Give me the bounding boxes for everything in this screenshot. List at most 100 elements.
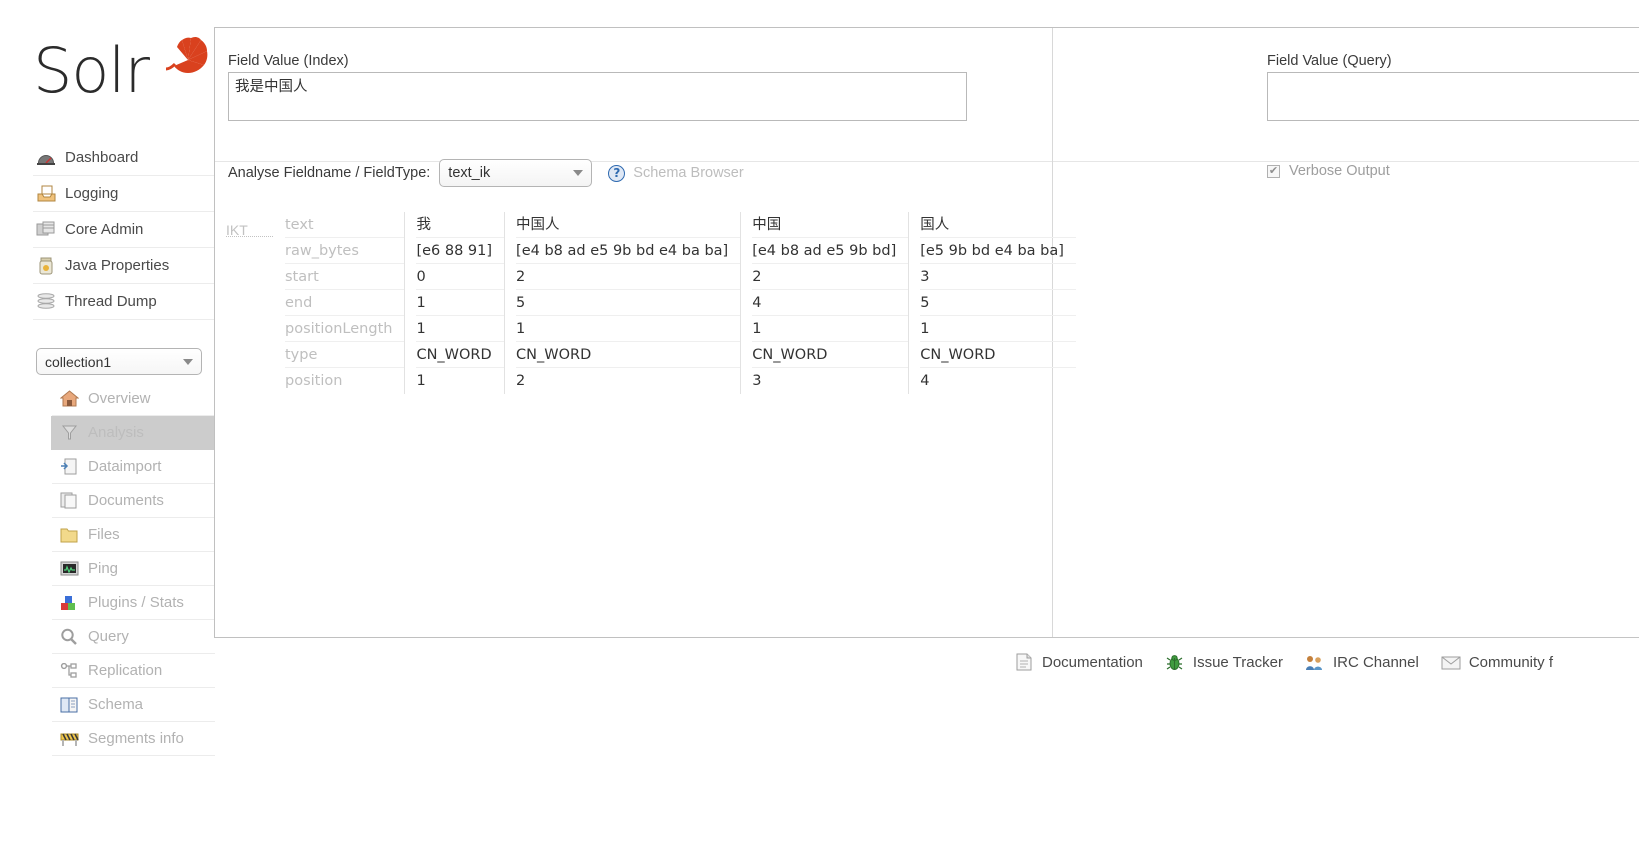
sidebar-item-files[interactable]: Files — [52, 518, 215, 552]
sidebar-item-label: Files — [88, 526, 120, 543]
sidebar-item-analysis[interactable]: Analysis — [51, 416, 214, 450]
token-start: 2 — [516, 264, 741, 290]
footer-link-issue-tracker[interactable]: Issue Tracker — [1165, 653, 1283, 671]
checkbox-checked-icon[interactable]: ✔ — [1267, 164, 1280, 178]
sidebar-item-logging[interactable]: Logging — [33, 176, 215, 212]
sidebar-item-documents[interactable]: Documents — [52, 484, 215, 518]
sidebar-item-segments-info[interactable]: Segments info — [52, 722, 215, 756]
sidebar-item-thread-dump[interactable]: Thread Dump — [33, 284, 215, 320]
chevron-down-icon — [573, 170, 584, 176]
index-panel: Field Value (Index) Analyse Fieldname / … — [215, 28, 1076, 637]
sidebar-item-overview[interactable]: Overview — [52, 382, 215, 416]
sidebar-item-query[interactable]: Query — [52, 620, 215, 654]
query-panel: Field Value (Query) ✔ Verbose Output — [1053, 28, 1639, 637]
sidebar-item-label: Java Properties — [65, 257, 170, 274]
sidebar-item-label: Schema — [88, 696, 144, 713]
token-position: 2 — [516, 373, 526, 389]
sidebar-top-nav: Dashboard Logging Core Admin Java Proper… — [33, 140, 215, 320]
sidebar-item-dashboard[interactable]: Dashboard — [33, 140, 215, 176]
footer-link-label: Issue Tracker — [1192, 653, 1283, 671]
footer: Documentation Issue Tracker IRC Channel … — [1000, 637, 1639, 687]
analyse-fieldtype-label: Analyse Fieldname / FieldType: — [228, 165, 431, 181]
field-value-index-label: Field Value (Index) — [228, 53, 349, 69]
sidebar-item-label: Dashboard — [65, 149, 139, 166]
sidebar-core-nav: Overview Analysis Dataimport Documents F… — [51, 382, 215, 756]
sidebar-item-java-properties[interactable]: Java Properties — [33, 248, 215, 284]
replication-nodes-icon — [56, 661, 82, 681]
sidebar-item-schema[interactable]: Schema — [52, 688, 215, 722]
sidebar-item-label: Documents — [88, 492, 164, 509]
field-value-index-input[interactable] — [228, 72, 967, 121]
token-position-length: 1 — [752, 316, 909, 342]
analysis-funnel-icon — [56, 423, 82, 443]
token-column: 国人 [e5 9b bd e4 ba ba] 3 5 1 CN_WORD 4 — [908, 212, 1076, 394]
sidebar-item-label: Overview — [88, 390, 151, 407]
sidebar-item-dataimport[interactable]: Dataimport — [52, 450, 215, 484]
token-position: 1 — [416, 373, 426, 389]
sidebar-item-label: Thread Dump — [65, 293, 157, 310]
row-label: end — [285, 290, 405, 316]
issue-tracker-bug-icon — [1165, 653, 1185, 671]
solr-logo[interactable]: Solr — [33, 36, 208, 111]
files-folder-icon — [56, 525, 82, 545]
sidebar-item-label: Replication — [88, 662, 163, 679]
sidebar-item-label: Core Admin — [65, 221, 144, 238]
token-text: 中国 — [752, 212, 909, 238]
token-start: 2 — [752, 264, 909, 290]
sidebar-item-label: Ping — [88, 560, 119, 577]
sidebar: Solr Dashboard Logging Core Admin Java P… — [0, 0, 215, 856]
footer-link-label: Community f — [1468, 653, 1554, 671]
footer-link-label: IRC Channel — [1332, 653, 1419, 671]
plugins-blocks-icon — [56, 593, 82, 613]
sidebar-item-replication[interactable]: Replication — [52, 654, 215, 688]
java-properties-jar-icon — [33, 256, 59, 276]
dataimport-page-icon — [56, 457, 82, 477]
dashboard-gauge-icon — [33, 148, 59, 168]
token-raw-bytes: [e6 88 91] — [416, 238, 505, 264]
sidebar-item-label: Logging — [65, 185, 119, 202]
footer-link-community-forum[interactable]: Community f — [1441, 653, 1553, 671]
analysis-results-table: IKT text raw_bytes start end positionLen… — [226, 212, 1076, 394]
schema-browser-link[interactable]: ? Schema Browser — [608, 164, 744, 182]
analyse-fieldtype-row: Analyse Fieldname / FieldType: text_ik ?… — [228, 156, 744, 190]
row-label: raw_bytes — [285, 238, 405, 264]
footer-link-label: Documentation — [1042, 653, 1143, 671]
segments-barrier-icon — [56, 729, 82, 749]
token-end: 5 — [516, 290, 741, 316]
thread-dump-stack-icon — [33, 292, 59, 312]
token-start: 0 — [416, 264, 505, 290]
logging-tray-icon — [33, 184, 59, 204]
token-type: CN_WORD — [516, 342, 741, 368]
sidebar-item-core-admin[interactable]: Core Admin — [33, 212, 215, 248]
documents-pages-icon — [56, 491, 82, 511]
verbose-output-toggle[interactable]: ✔ Verbose Output — [1267, 156, 1390, 186]
token-raw-bytes: [e4 b8 ad e5 9b bd] — [752, 238, 909, 264]
sidebar-item-plugins-stats[interactable]: Plugins / Stats — [52, 586, 215, 620]
schema-browser-label: Schema Browser — [633, 165, 744, 181]
token-type: CN_WORD — [416, 342, 505, 368]
row-label: position — [285, 373, 343, 389]
token-text: 我 — [416, 212, 505, 238]
documentation-page-icon — [1014, 653, 1034, 671]
token-end: 4 — [752, 290, 909, 316]
token-position-length: 1 — [516, 316, 741, 342]
footer-link-irc-channel[interactable]: IRC Channel — [1305, 653, 1419, 671]
core-selector[interactable]: collection1 — [36, 348, 202, 375]
sidebar-item-label: Analysis — [88, 424, 144, 441]
ping-monitor-icon — [56, 559, 82, 579]
analyzer-name: IKT — [226, 215, 273, 238]
sidebar-item-ping[interactable]: Ping — [52, 552, 215, 586]
analysis-row-labels: text raw_bytes start end positionLength … — [281, 212, 405, 394]
chevron-down-icon — [183, 358, 193, 365]
sidebar-item-label: Query — [88, 628, 129, 645]
row-label: start — [285, 264, 405, 290]
token-raw-bytes: [e4 b8 ad e5 9b bd e4 ba ba] — [516, 238, 741, 264]
field-value-query-label: Field Value (Query) — [1267, 53, 1392, 69]
footer-link-documentation[interactable]: Documentation — [1014, 653, 1143, 671]
community-forum-envelope-icon — [1441, 653, 1461, 671]
row-label: positionLength — [285, 316, 405, 342]
overview-home-icon — [56, 389, 82, 409]
core-admin-database-icon — [33, 220, 59, 240]
field-value-query-input[interactable] — [1267, 72, 1639, 121]
fieldtype-select[interactable]: text_ik — [439, 159, 593, 187]
